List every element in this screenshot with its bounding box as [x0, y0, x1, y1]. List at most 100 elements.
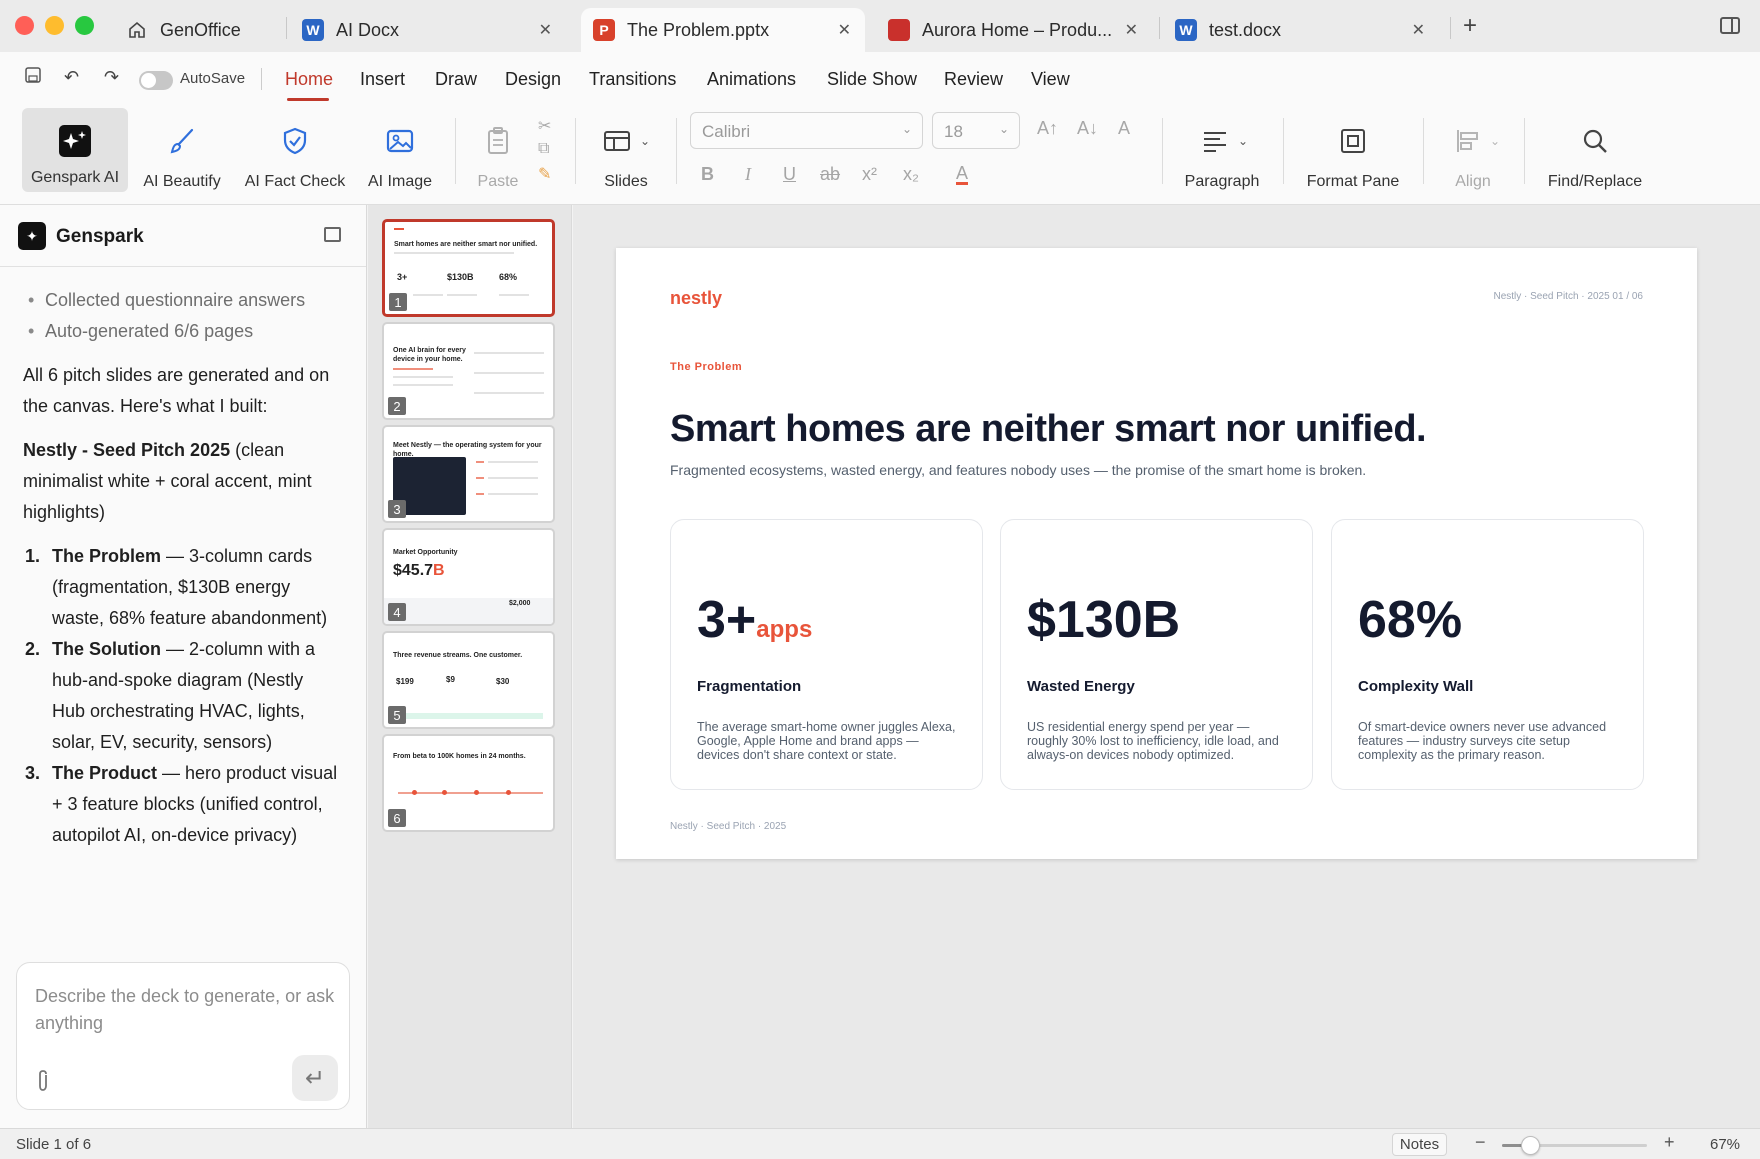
underline-button[interactable]: U — [783, 164, 796, 185]
assistant-panel: ✦ Genspark Collected questionnaire answe… — [0, 205, 367, 1128]
autosave-toggle[interactable] — [139, 71, 173, 90]
attach-icon[interactable] — [35, 1069, 51, 1099]
close-icon[interactable]: ✕ — [1412, 20, 1425, 40]
menu-slide-show[interactable]: Slide Show — [827, 69, 917, 90]
zoom-slider-handle[interactable] — [1521, 1136, 1540, 1155]
slide-eyebrow: The Problem — [670, 361, 743, 373]
menu-draw[interactable]: Draw — [435, 69, 477, 90]
slide-thumbnail-1[interactable]: Smart homes are neither smart nor unifie… — [382, 219, 555, 317]
chat-input-box[interactable]: Describe the deck to generate, or ask an… — [16, 962, 350, 1110]
slide-subtitle[interactable]: Fragmented ecosystems, wasted energy, an… — [670, 462, 1366, 478]
zoom-slider[interactable] — [1502, 1136, 1647, 1155]
subscript-button[interactable]: x₂ — [903, 164, 919, 185]
status-item: Collected questionnaire answers — [23, 285, 341, 316]
align-button[interactable]: ⌄ Align — [1442, 110, 1504, 190]
copy-icon[interactable]: ⧉ — [538, 140, 549, 158]
clear-format-icon[interactable]: A — [1118, 118, 1130, 139]
bold-button[interactable]: B — [701, 164, 714, 185]
thumb-stat: 68% — [499, 272, 518, 282]
problem-card[interactable]: 68% Complexity Wall Of smart-device owne… — [1331, 519, 1644, 790]
slide-headline[interactable]: Smart homes are neither smart nor unifie… — [670, 408, 1427, 451]
slide-thumbnail-3[interactable]: Meet Nestly — the operating system for y… — [382, 425, 555, 523]
paragraph-label: Paragraph — [1184, 173, 1260, 190]
list-item: 3. The Product — hero product visual + 3… — [23, 758, 341, 851]
save-icon[interactable] — [24, 66, 42, 89]
slide-thumbnail-5[interactable]: Three revenue streams. One customer. $19… — [382, 631, 555, 729]
minimize-window-button[interactable] — [45, 16, 64, 35]
slide-thumbnail-6[interactable]: From beta to 100K homes in 24 months. 6 — [382, 734, 555, 832]
ai-image-button[interactable]: AI Image — [364, 110, 436, 190]
word-icon: W — [1175, 19, 1197, 41]
ai-beautify-label: AI Beautify — [143, 173, 221, 190]
thumb-line — [474, 392, 544, 394]
font-family-select[interactable]: Calibri ⌄ — [690, 112, 923, 149]
ai-fact-check-button[interactable]: AI Fact Check — [243, 110, 347, 190]
menu-view[interactable]: View — [1031, 69, 1070, 90]
italic-button[interactable]: I — [745, 164, 751, 185]
thumb-line — [394, 252, 514, 254]
ribbon-separator — [455, 118, 456, 184]
undo-icon[interactable]: ↶ — [64, 67, 79, 88]
ai-beautify-button[interactable]: AI Beautify — [140, 110, 224, 190]
slides-button[interactable]: ⌄ Slides — [592, 110, 660, 190]
new-tab-icon[interactable]: + — [1463, 12, 1477, 40]
slide-thumbnail-2[interactable]: One AI brain for every device in your ho… — [382, 322, 555, 420]
menu-home[interactable]: Home — [285, 69, 333, 90]
menu-separator — [261, 68, 262, 90]
card-description: US residential energy spend per year — r… — [1027, 720, 1279, 762]
tab-the-problem-pptx[interactable]: P The Problem.pptx ✕ — [581, 8, 865, 52]
paragraph-button[interactable]: ⌄ Paragraph — [1180, 110, 1264, 190]
shrink-font-icon[interactable]: A↓ — [1077, 118, 1098, 139]
slide-thumbnail-4[interactable]: Market Opportunity $45.7B $2,000 4 — [382, 528, 555, 626]
menu-insert[interactable]: Insert — [360, 69, 405, 90]
send-button[interactable]: ↵ — [292, 1055, 338, 1101]
problem-card[interactable]: $130B Wasted Energy US residential energ… — [1000, 519, 1313, 790]
align-label: Align — [1455, 173, 1491, 190]
menu-row: ↶ ↷ AutoSave Home Insert Draw Design Tra… — [0, 52, 1760, 104]
ribbon-separator — [1162, 118, 1163, 184]
tab-test-docx[interactable]: W test.docx ✕ — [1175, 8, 1439, 52]
assistant-intro: All 6 pitch slides are generated and on … — [23, 365, 330, 416]
ribbon-separator — [1423, 118, 1424, 184]
superscript-button[interactable]: x² — [862, 164, 877, 185]
tab-aurora-home[interactable]: Aurora Home – Produ... ✕ — [888, 8, 1152, 52]
card-stat: $130B — [1027, 590, 1180, 650]
close-icon[interactable]: ✕ — [838, 20, 851, 40]
format-pane-button[interactable]: Format Pane — [1303, 110, 1403, 190]
thumb-title: Three revenue streams. One customer. — [393, 652, 523, 659]
close-icon[interactable]: ✕ — [1125, 20, 1138, 40]
font-size-select[interactable]: 18 ⌄ — [932, 112, 1020, 149]
close-window-button[interactable] — [15, 16, 34, 35]
menu-transitions[interactable]: Transitions — [589, 69, 676, 90]
paste-button[interactable]: Paste — [473, 110, 523, 190]
find-replace-label: Find/Replace — [1547, 173, 1643, 190]
zoom-in-icon[interactable]: + — [1664, 1132, 1675, 1153]
tab-separator — [1159, 17, 1160, 39]
problem-card[interactable]: 3+apps Fragmentation The average smart-h… — [670, 519, 983, 790]
close-icon[interactable]: ✕ — [539, 20, 552, 40]
redo-icon[interactable]: ↷ — [104, 67, 119, 88]
notes-button[interactable]: Notes — [1392, 1133, 1447, 1156]
zoom-out-icon[interactable]: − — [1475, 1132, 1486, 1153]
chevron-down-icon: ⌄ — [640, 134, 651, 148]
ribbon-separator — [575, 118, 576, 184]
format-painter-icon[interactable]: ✎ — [538, 164, 551, 184]
current-slide[interactable]: nestly Nestly · Seed Pitch · 2025 01 / 0… — [616, 248, 1697, 859]
grow-font-icon[interactable]: A↑ — [1037, 118, 1058, 139]
find-replace-button[interactable]: Find/Replace — [1543, 110, 1647, 190]
tab-genoffice[interactable]: GenOffice — [126, 8, 276, 52]
genspark-ai-button[interactable]: Genspark AI — [22, 108, 128, 192]
tab-ai-docx[interactable]: W AI Docx ✕ — [302, 8, 566, 52]
menu-review[interactable]: Review — [944, 69, 1003, 90]
font-color-button[interactable]: A — [956, 164, 969, 185]
strikethrough-button[interactable]: ab — [820, 164, 840, 185]
card-title: Complexity Wall — [1358, 678, 1474, 695]
menu-design[interactable]: Design — [505, 69, 561, 90]
ai-fact-check-label: AI Fact Check — [244, 173, 346, 190]
cut-icon[interactable]: ✂ — [538, 116, 551, 136]
zoom-window-button[interactable] — [75, 16, 94, 35]
collapse-panel-icon[interactable] — [324, 227, 341, 242]
chat-input[interactable]: Describe the deck to generate, or ask an… — [35, 983, 335, 1037]
menu-animations[interactable]: Animations — [707, 69, 796, 90]
sidebar-toggle-icon[interactable] — [1720, 17, 1740, 34]
